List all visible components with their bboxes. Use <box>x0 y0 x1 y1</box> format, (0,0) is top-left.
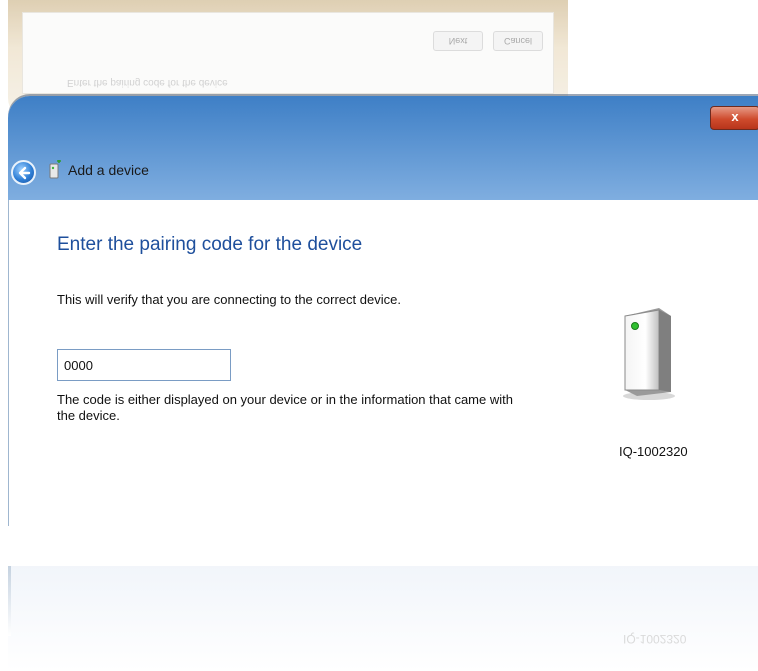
window-title: Add a device <box>68 162 149 178</box>
window-reflection: IQ-1002320 <box>8 566 758 671</box>
back-arrow-icon <box>18 166 30 179</box>
pairing-code-input[interactable] <box>57 349 231 381</box>
back-button[interactable] <box>11 160 36 185</box>
content-panel: Enter the pairing code for the device Th… <box>8 200 758 526</box>
add-device-window: x Add a device Enter the pairing code fo… <box>8 96 758 526</box>
device-add-icon <box>49 160 61 179</box>
reflection-edge <box>8 566 11 636</box>
background-mirrored-text: Enter the pairing code for the device <box>67 77 228 88</box>
tower-device-icon <box>623 308 675 400</box>
background-next-button: Next <box>433 31 483 51</box>
device-name-label: IQ-1002320 <box>619 444 688 459</box>
page-heading: Enter the pairing code for the device <box>57 234 363 255</box>
close-button[interactable]: x <box>710 106 758 130</box>
background-window-content: Next Cancel Enter the pairing code for t… <box>22 12 554 94</box>
hint-text: The code is either displayed on your dev… <box>57 392 513 423</box>
description-text: This will verify that you are connecting… <box>57 292 401 307</box>
background-cancel-button: Cancel <box>493 31 543 51</box>
reflection-device-label: IQ-1002320 <box>623 632 687 646</box>
